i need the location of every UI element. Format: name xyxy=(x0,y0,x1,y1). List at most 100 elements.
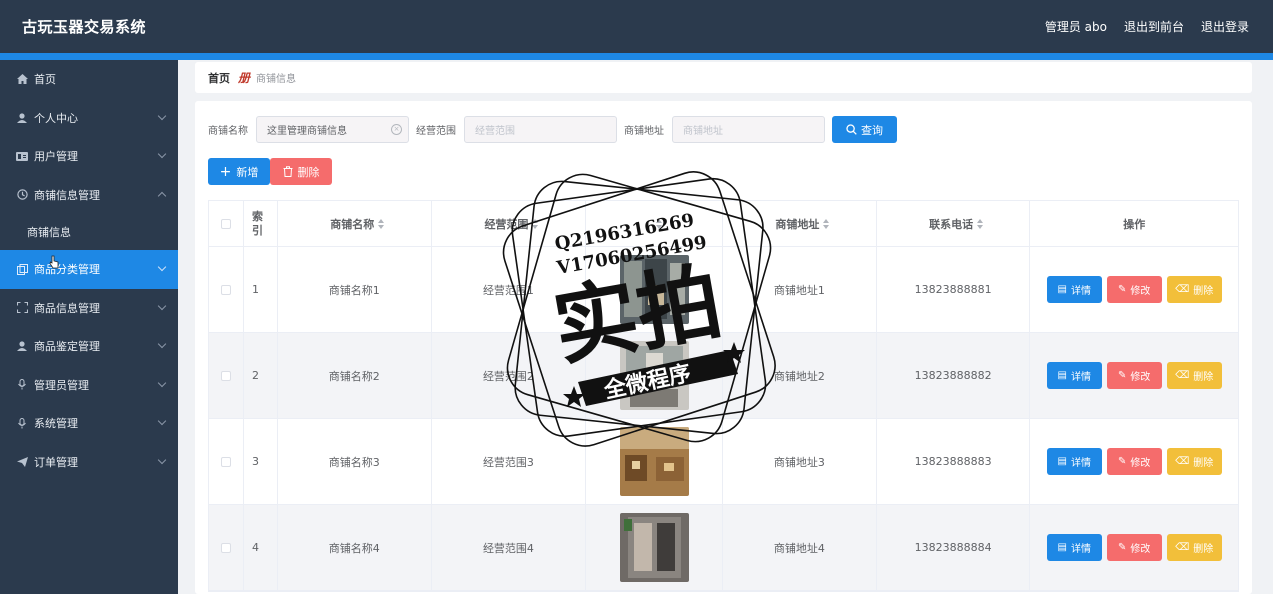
chevron-up-icon xyxy=(157,191,167,200)
shop-photo-image[interactable] xyxy=(619,513,689,582)
document-icon: ▤ xyxy=(1057,456,1067,467)
header-actions-label: 操作 xyxy=(1123,217,1146,231)
sidebar-item-category-management[interactable]: 商品分类管理 xyxy=(0,250,178,289)
header-address[interactable]: 商铺地址 xyxy=(723,201,877,246)
sidebar-item-home[interactable]: 首页 xyxy=(0,60,178,99)
clear-icon[interactable]: × xyxy=(391,124,402,135)
row-select-cell xyxy=(209,247,244,332)
trash-icon: ⌫ xyxy=(1175,456,1190,467)
chevron-down-icon xyxy=(157,262,167,272)
breadcrumb: 首页 册 商铺信息 xyxy=(195,62,1252,93)
detail-button[interactable]: ▤ 详情 xyxy=(1046,362,1102,389)
shop-photo-image[interactable] xyxy=(619,341,689,410)
address-label: 商铺地址 xyxy=(624,126,664,137)
row-select-cell xyxy=(209,333,244,418)
sidebar-item-label: 商铺信息 xyxy=(27,226,71,239)
row-address: 商铺地址2 xyxy=(723,333,877,418)
row-address: 商铺地址3 xyxy=(723,419,877,504)
sidebar-item-order-management[interactable]: 订单管理 xyxy=(0,443,178,482)
document-icon: ▤ xyxy=(1057,542,1067,553)
add-button[interactable]: + 新增 xyxy=(208,158,270,185)
row-shop-name: 商铺名称4 xyxy=(278,505,432,590)
row-address: 商铺地址4 xyxy=(723,505,877,590)
sidebar-item-user-management[interactable]: 用户管理 xyxy=(0,137,178,176)
breadcrumb-current: 商铺信息 xyxy=(256,74,297,85)
header-index: 索引 xyxy=(244,201,278,246)
detail-button-label: 详情 xyxy=(1070,458,1091,469)
header-actions: 操作 xyxy=(1030,201,1238,246)
row-scope: 经营范围1 xyxy=(432,247,587,332)
detail-button[interactable]: ▤ 详情 xyxy=(1046,276,1102,303)
sidebar-item-label: 用户管理 xyxy=(34,150,78,164)
copy-icon xyxy=(16,263,28,275)
add-button-label: 新增 xyxy=(236,165,259,179)
search-form: 商铺名称 这里管理商铺信息 × 经营范围 经营范围 商铺地址 商铺地址 查询 xyxy=(208,116,897,143)
edit-icon: ✎ xyxy=(1118,542,1127,553)
app-title: 古玩玉器交易系统 xyxy=(22,18,147,36)
edit-button-label: 修改 xyxy=(1130,458,1151,469)
detail-button[interactable]: ▤ 详情 xyxy=(1046,448,1102,475)
logout-link[interactable]: 退出登录 xyxy=(1201,18,1249,35)
row-actions: ▤ 详情 ✎ 修改 ⌫ 删除 xyxy=(1030,419,1238,504)
shop-name-input[interactable]: 这里管理商铺信息 × xyxy=(256,116,409,143)
row-image-cell xyxy=(586,333,724,418)
row-checkbox[interactable] xyxy=(220,456,231,467)
shop-photo-image[interactable] xyxy=(619,427,689,496)
sidebar-item-label: 首页 xyxy=(34,73,56,87)
sidebar-item-label: 个人中心 xyxy=(34,111,78,125)
query-button[interactable]: 查询 xyxy=(832,116,897,143)
search-icon xyxy=(846,124,857,135)
select-all-checkbox[interactable] xyxy=(220,218,231,229)
row-checkbox[interactable] xyxy=(220,542,231,553)
sidebar-item-shop-info-management[interactable]: 商铺信息管理 xyxy=(0,176,178,215)
shop-photo-image[interactable] xyxy=(619,255,689,324)
header-phone[interactable]: 联系电话 xyxy=(877,201,1031,246)
trash-icon: ⌫ xyxy=(1175,542,1190,553)
edit-button[interactable]: ✎ 修改 xyxy=(1106,534,1162,561)
edit-button[interactable]: ✎ 修改 xyxy=(1106,276,1162,303)
scope-input[interactable]: 经营范围 xyxy=(464,116,617,143)
send-icon xyxy=(16,456,28,468)
microphone-icon xyxy=(16,379,28,391)
row-image-cell xyxy=(586,505,724,590)
chevron-down-icon xyxy=(157,111,167,120)
row-actions: ▤ 详情 ✎ 修改 ⌫ 删除 xyxy=(1030,247,1238,332)
edit-button[interactable]: ✎ 修改 xyxy=(1106,448,1162,475)
edit-button-label: 修改 xyxy=(1130,372,1151,383)
breadcrumb-home[interactable]: 首页 xyxy=(208,70,230,86)
address-input[interactable]: 商铺地址 xyxy=(672,116,825,143)
back-to-frontend-link[interactable]: 退出到前台 xyxy=(1124,18,1184,35)
delete-button[interactable]: ⌫ 删除 xyxy=(1166,276,1222,303)
row-scope: 经营范围2 xyxy=(432,333,587,418)
sidebar-item-shop-info[interactable]: 商铺信息 xyxy=(0,214,178,250)
row-phone: 13823888883 xyxy=(877,419,1031,504)
sidebar-item-appraisal-management[interactable]: 商品鉴定管理 xyxy=(0,327,178,366)
row-shop-name: 商铺名称3 xyxy=(278,419,432,504)
sidebar-item-admin-management[interactable]: 管理员管理 xyxy=(0,366,178,405)
sidebar-item-personal-center[interactable]: 个人中心 xyxy=(0,99,178,138)
header-image[interactable] xyxy=(586,201,724,246)
sidebar-item-product-info-management[interactable]: 商品信息管理 xyxy=(0,289,178,328)
sidebar-item-system-management[interactable]: 系统管理 xyxy=(0,404,178,443)
delete-button[interactable]: ⌫ 删除 xyxy=(1166,534,1222,561)
table-row: 3 商铺名称3 经营范围3 商铺地址3 13823888883 ▤ 详情 ✎ 修改 … xyxy=(209,419,1238,505)
chevron-down-icon xyxy=(157,455,167,464)
header-shop-name[interactable]: 商铺名称 xyxy=(278,201,432,246)
row-scope: 经营范围4 xyxy=(432,505,587,590)
row-actions: ▤ 详情 ✎ 修改 ⌫ 删除 xyxy=(1030,333,1238,418)
delete-button[interactable]: ⌫ 删除 xyxy=(1166,448,1222,475)
edit-button[interactable]: ✎ 修改 xyxy=(1106,362,1162,389)
fullscreen-icon xyxy=(16,302,28,314)
batch-delete-button[interactable]: 删除 xyxy=(270,158,332,185)
table-row: 4 商铺名称4 经营范围4 商铺地址4 13823888884 ▤ 详情 ✎ 修改 … xyxy=(209,505,1238,591)
users-icon xyxy=(16,150,28,162)
shop-name-label: 商铺名称 xyxy=(208,126,248,137)
row-checkbox[interactable] xyxy=(220,284,231,295)
sidebar: 首页 个人中心 用户管理 商铺信息管理 商铺信息 商品分类管理 商品信息管理 商… xyxy=(0,60,178,594)
row-shop-name: 商铺名称1 xyxy=(278,247,432,332)
delete-button[interactable]: ⌫ 删除 xyxy=(1166,362,1222,389)
row-checkbox[interactable] xyxy=(220,370,231,381)
detail-button[interactable]: ▤ 详情 xyxy=(1046,534,1102,561)
chevron-down-icon xyxy=(157,339,167,349)
header-scope[interactable]: 经营范围 xyxy=(432,201,587,246)
